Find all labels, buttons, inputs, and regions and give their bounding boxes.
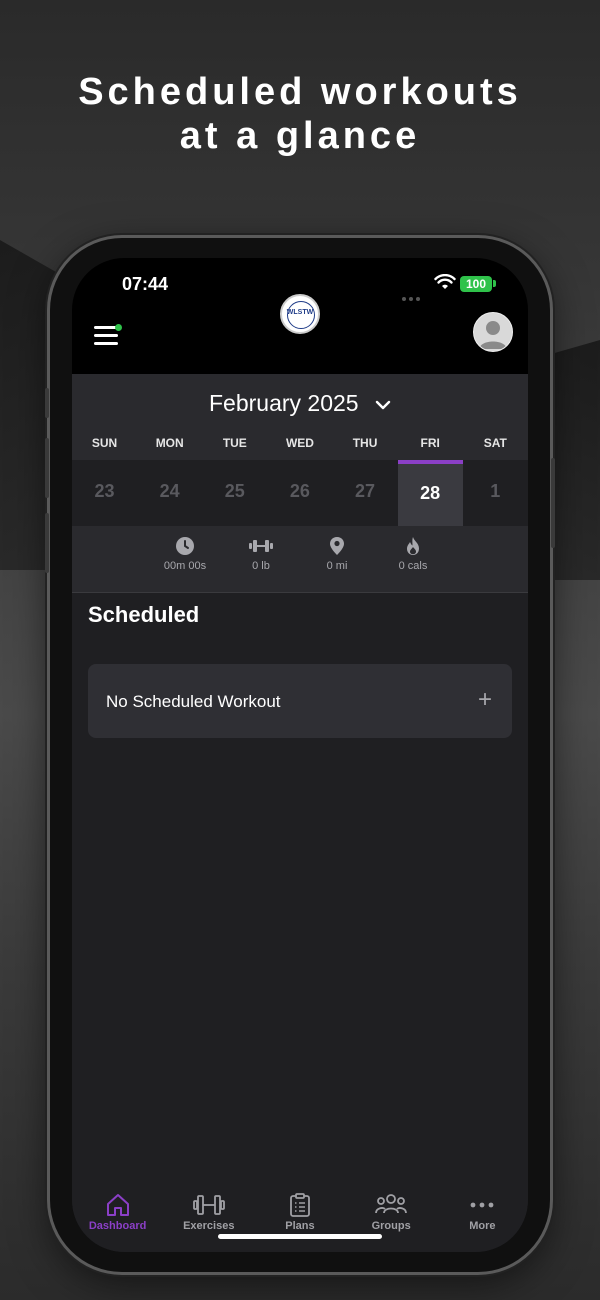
- no-scheduled-workout-label: No Scheduled Workout: [106, 692, 281, 711]
- app-logo[interactable]: WLSTW: [280, 294, 320, 334]
- date-cell[interactable]: 27: [333, 460, 398, 526]
- month-label: February 2025: [209, 390, 359, 416]
- stat-distance: 0 mi: [302, 536, 372, 572]
- headline-line-2: at a glance: [179, 115, 421, 157]
- weekday-label: TUE: [222, 436, 247, 450]
- weekday-label: FRI: [420, 436, 440, 450]
- scheduled-title: Scheduled: [88, 602, 200, 627]
- phone-frame: 07:44 100 WLSTW February 2025 SUN MON TU…: [45, 238, 555, 1272]
- tab-dashboard[interactable]: Dashboard: [72, 1188, 163, 1252]
- dumbbell-icon: [249, 540, 273, 552]
- weekday-label: WED: [285, 436, 314, 450]
- bottom-tab-bar: Dashboard Exercises Plans Groups More: [72, 1188, 528, 1252]
- date-cell[interactable]: 1: [463, 460, 528, 526]
- home-indicator[interactable]: [218, 1234, 382, 1239]
- weekday-label: SAT: [483, 436, 507, 450]
- weekday-label: SUN: [91, 436, 118, 450]
- stat-weight: 0 lb: [226, 536, 296, 572]
- wifi-icon: [434, 274, 456, 289]
- side-button-power: [551, 458, 555, 548]
- date-row: 23 24 25 26 27 28 1: [72, 460, 528, 526]
- group-icon: [375, 1194, 408, 1214]
- date-cell[interactable]: 26: [267, 460, 332, 526]
- add-workout-plus-icon[interactable]: +: [478, 686, 492, 714]
- dumbbell-icon: [192, 1195, 225, 1215]
- weekday-label: MON: [155, 436, 184, 450]
- phone-screen: 07:44 100 WLSTW February 2025 SUN MON TU…: [72, 258, 528, 1252]
- dashboard-content: February 2025 SUN MON TUE WED THU FRI SA…: [72, 374, 528, 1252]
- tab-label: Dashboard: [88, 1220, 147, 1232]
- stat-duration-value: 00m 00s: [163, 560, 207, 572]
- menu-line: [94, 334, 118, 337]
- tab-plans[interactable]: Plans: [254, 1188, 345, 1252]
- tab-exercises[interactable]: Exercises: [163, 1188, 254, 1252]
- no-scheduled-workout-card[interactable]: No Scheduled Workout +: [88, 664, 512, 738]
- tab-label: More: [469, 1220, 496, 1232]
- flame-icon: [407, 537, 419, 555]
- weekday-row: SUN MON TUE WED THU FRI SAT: [72, 436, 528, 450]
- headline-line-1: Scheduled workouts: [78, 71, 522, 113]
- clock-icon: [176, 537, 194, 555]
- side-button-mute: [45, 388, 49, 418]
- stats-row: 00m 00s 0 lb 0 mi 0 cals: [72, 528, 528, 593]
- logo-text: WLSTW: [286, 309, 314, 316]
- date-cell[interactable]: 23: [72, 460, 137, 526]
- more-icon: [470, 1202, 494, 1208]
- tab-label: Plans: [285, 1220, 315, 1232]
- tab-label: Groups: [371, 1220, 411, 1232]
- tab-groups[interactable]: Groups: [346, 1188, 437, 1252]
- side-button-volume-down: [45, 513, 49, 573]
- chevron-down-icon: [375, 400, 391, 410]
- calendar-header: February 2025 SUN MON TUE WED THU FRI SA…: [72, 374, 528, 528]
- status-time: 07:44: [122, 274, 169, 294]
- stat-calories: 0 cals: [378, 536, 448, 572]
- battery-tip: [493, 280, 496, 287]
- stat-duration: 00m 00s: [150, 536, 220, 572]
- tab-label: Exercises: [183, 1220, 235, 1232]
- stat-distance-value: 0 mi: [326, 560, 348, 572]
- signal-dots-icon: [402, 288, 428, 319]
- side-button-volume-up: [45, 438, 49, 498]
- battery-indicator: 100: [460, 276, 492, 292]
- notification-dot: [115, 324, 122, 331]
- menu-button[interactable]: [94, 324, 122, 350]
- avatar-placeholder-icon: [479, 321, 507, 349]
- date-cell[interactable]: 24: [137, 460, 202, 526]
- date-cell[interactable]: 25: [202, 460, 267, 526]
- location-pin-icon: [330, 537, 344, 555]
- date-cell-selected[interactable]: 28: [397, 460, 463, 526]
- stat-weight-value: 0 lb: [252, 560, 270, 572]
- profile-avatar[interactable]: [473, 312, 513, 352]
- month-selector[interactable]: February 2025: [72, 390, 528, 417]
- weekday-label: THU: [352, 436, 378, 450]
- home-icon: [106, 1194, 129, 1216]
- tab-more[interactable]: More: [437, 1188, 528, 1252]
- menu-line: [94, 342, 118, 345]
- headline: Scheduled workouts at a glance: [0, 70, 600, 158]
- clipboard-icon: [290, 1193, 310, 1217]
- stat-calories-value: 0 cals: [398, 560, 428, 572]
